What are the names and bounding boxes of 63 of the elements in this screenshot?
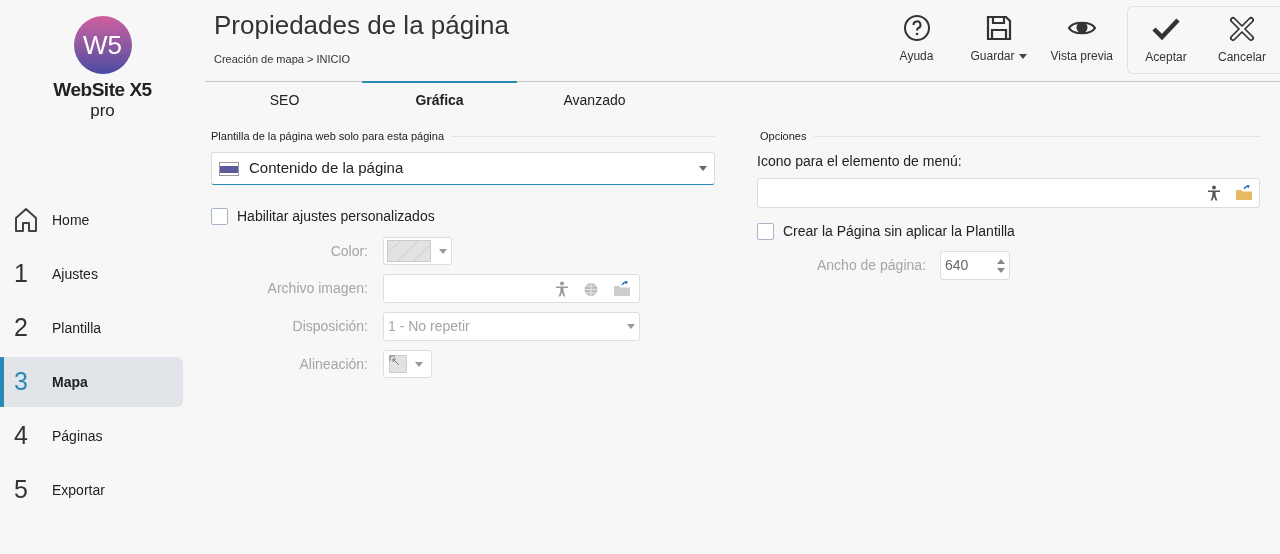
step-number: 4 bbox=[14, 420, 28, 452]
sidebar-label: Páginas bbox=[52, 426, 103, 446]
spinner-arrows-icon bbox=[997, 257, 1005, 274]
tab[interactable]: Gráfica bbox=[362, 81, 517, 117]
step-number: 3 bbox=[14, 366, 28, 398]
toolbar-button[interactable]: Guardar bbox=[960, 6, 1037, 72]
page-title: Propiedades de la página bbox=[214, 9, 509, 42]
folder-icon[interactable] bbox=[1235, 185, 1253, 201]
sidebar-item[interactable]: 5 Exportar bbox=[0, 465, 183, 515]
menu-icon-field[interactable] bbox=[757, 178, 1260, 208]
align-top-left-icon bbox=[389, 355, 407, 373]
tab[interactable]: SEO bbox=[207, 81, 362, 117]
caret-icon bbox=[439, 248, 447, 254]
step-number: 5 bbox=[14, 474, 28, 506]
close-icon bbox=[1227, 14, 1257, 44]
sidebar-label: Plantilla bbox=[52, 318, 102, 338]
sidebar-label: Exportar bbox=[52, 480, 105, 500]
field-label: Archivo imagen: bbox=[266, 279, 368, 298]
image-file-field[interactable] bbox=[383, 274, 640, 303]
logo-edition: pro bbox=[90, 101, 115, 119]
globe-icon[interactable] bbox=[583, 280, 599, 297]
sidebar-label: Home bbox=[52, 210, 90, 230]
accessibility-icon[interactable] bbox=[1207, 185, 1221, 201]
toolbar-button[interactable]: Ayuda bbox=[878, 6, 955, 72]
caret-icon bbox=[415, 361, 423, 367]
sidebar-item[interactable]: 3 Mapa bbox=[0, 357, 183, 407]
page-width-spinner[interactable]: 640 bbox=[940, 251, 1010, 280]
sidebar-item[interactable]: 4 Páginas bbox=[0, 411, 183, 461]
sidebar-item[interactable]: 1 Ajustes bbox=[0, 249, 183, 299]
toolbar-button[interactable]: Vista previa bbox=[1042, 6, 1121, 72]
logo-name: WebSite X5 bbox=[53, 78, 152, 102]
toolbar-button[interactable]: Cancelar bbox=[1204, 7, 1280, 73]
section-heading: Opciones bbox=[759, 128, 807, 144]
field-label: Alineación: bbox=[298, 354, 368, 374]
checkbox-label: Habilitar ajustes personalizados bbox=[237, 207, 435, 226]
field-label: Ancho de página: bbox=[817, 256, 926, 275]
color-picker[interactable] bbox=[383, 237, 452, 265]
layout-icon bbox=[219, 161, 239, 176]
field-label: Icono para el elemento de menú: bbox=[757, 152, 963, 171]
caret-icon bbox=[699, 166, 707, 171]
sidebar-label: Ajustes bbox=[52, 264, 98, 284]
sidebar-label: Mapa bbox=[52, 372, 88, 392]
field-label: Disposición: bbox=[291, 317, 368, 336]
field-label: Color: bbox=[329, 241, 368, 261]
checkbox-label: Crear la Página sin aplicar la Plantilla bbox=[783, 222, 1015, 241]
caret-icon bbox=[1018, 53, 1027, 59]
section-heading: Plantilla de la página web solo para esta página bbox=[211, 128, 444, 144]
step-number: 2 bbox=[14, 312, 28, 344]
alignment-picker[interactable] bbox=[383, 350, 432, 378]
home-icon bbox=[14, 207, 38, 233]
checkbox[interactable] bbox=[757, 223, 774, 240]
tab[interactable]: Avanzado bbox=[517, 81, 672, 117]
sidebar-item[interactable]: Home bbox=[0, 195, 183, 245]
help-icon bbox=[901, 13, 932, 43]
step-number: 1 bbox=[14, 258, 28, 290]
caret-icon bbox=[627, 324, 635, 329]
folder-icon[interactable] bbox=[613, 280, 631, 297]
sidebar-item[interactable]: 2 Plantilla bbox=[0, 303, 183, 353]
checkbox[interactable] bbox=[211, 208, 228, 225]
toolbar-button[interactable]: Aceptar bbox=[1128, 7, 1204, 73]
breadcrumb: Creación de mapa > INICIO bbox=[214, 51, 352, 67]
color-swatch-icon bbox=[387, 240, 431, 262]
template-dropdown[interactable]: Contenido de la página bbox=[211, 152, 715, 185]
